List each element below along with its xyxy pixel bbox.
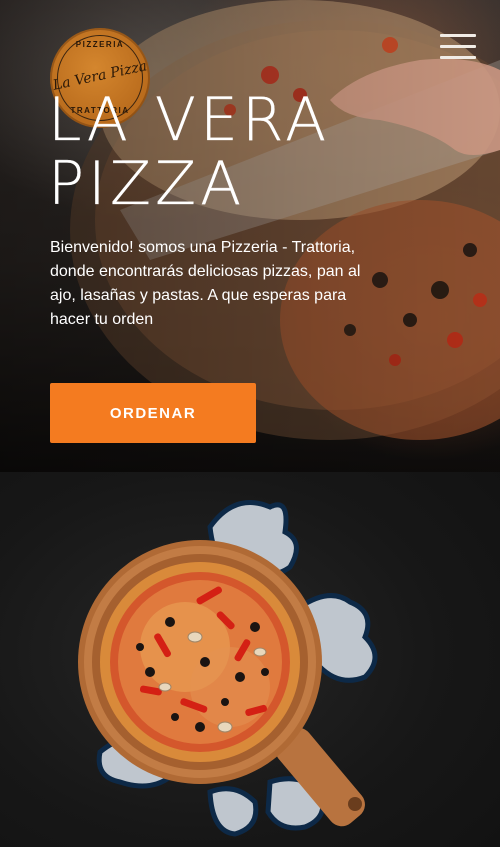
order-button[interactable]: ORDENAR (50, 383, 256, 443)
hamburger-menu-icon[interactable] (440, 34, 476, 60)
menu-bar (440, 56, 476, 59)
logo-top-text: PIZZERIA (75, 40, 125, 49)
featured-pizza-section (0, 472, 500, 847)
menu-bar (440, 34, 476, 37)
menu-bar (440, 45, 476, 48)
hero-title: LA VERA PIZZA (48, 85, 331, 219)
pizza-board-illustration (78, 500, 378, 837)
hero-section: PIZZERIA La Vera Pizza TRATTORIA LA VERA… (0, 0, 500, 472)
hero-description: Bienvenido! somos una Pizzeria - Trattor… (50, 239, 361, 328)
